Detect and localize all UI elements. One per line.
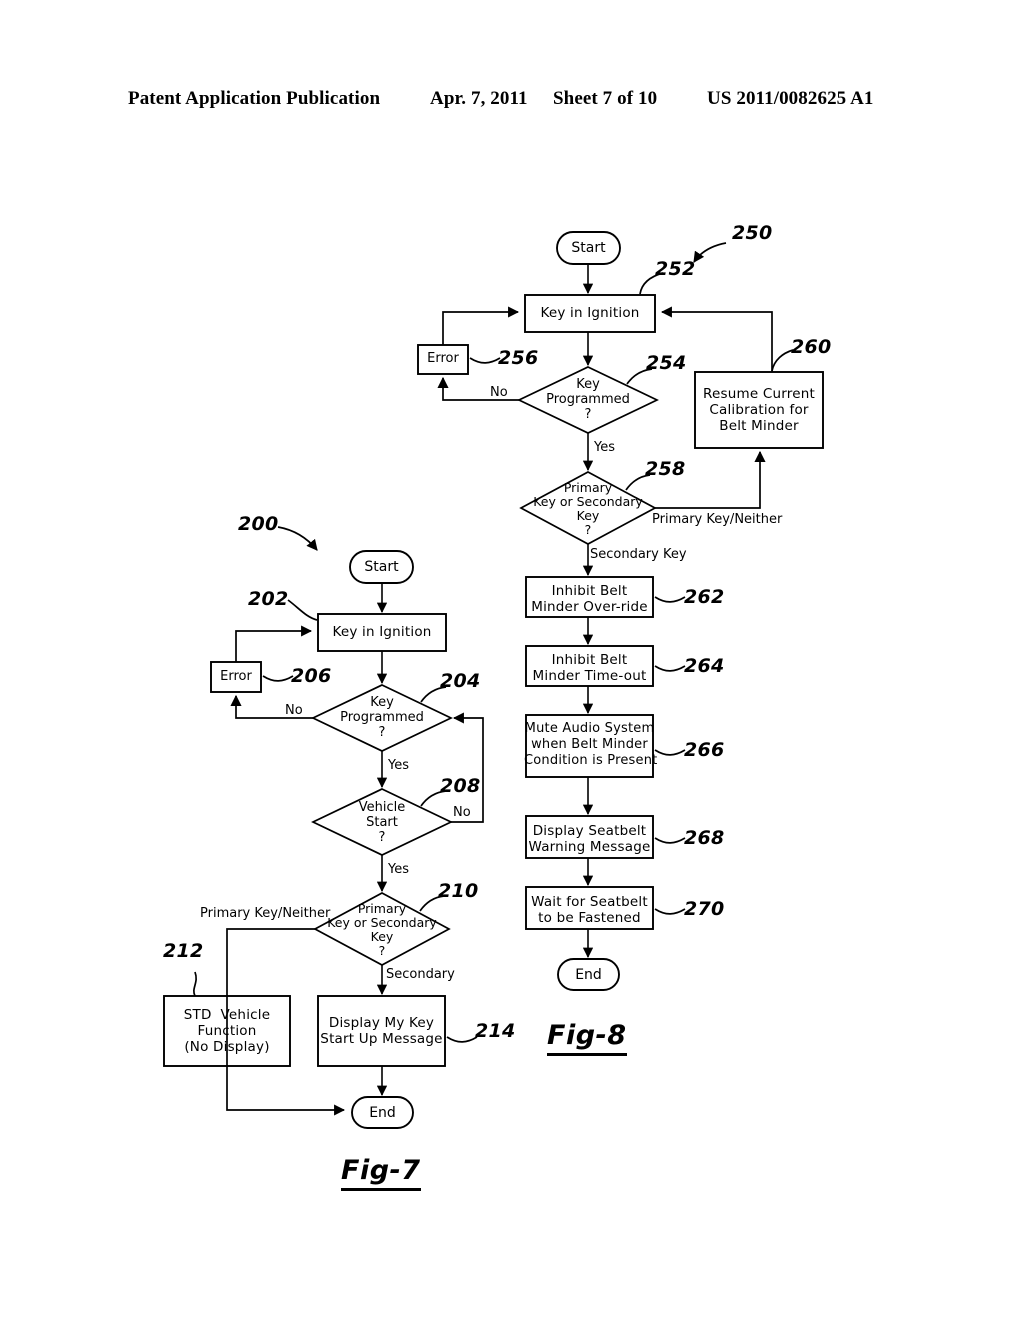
fig8-resume-calibration-label: Resume Current Calibration for Belt Mind… bbox=[703, 386, 815, 434]
patent-drawing-canvas bbox=[0, 0, 1024, 1320]
fig8-edge-label-primary-key-neither: Primary Key/Neither bbox=[652, 512, 783, 527]
fig8-ref-268: 268 bbox=[684, 827, 725, 849]
fig8-ref-270: 270 bbox=[684, 898, 725, 920]
fig8-key-programmed-label: Key Programmed ? bbox=[546, 377, 630, 422]
fig7-edge-label-no-vehicle-start: No bbox=[453, 805, 471, 820]
fig8-edge-label-yes: Yes bbox=[594, 440, 615, 455]
fig8-mute-audio-label: Mute Audio System when Belt Minder Condi… bbox=[524, 721, 658, 768]
fig8-key-in-ignition-label: Key in Ignition bbox=[540, 305, 640, 321]
fig8-ref-250: 250 bbox=[732, 222, 773, 244]
fig7-ref-200: 200 bbox=[238, 513, 279, 535]
fig8-edge-label-no: No bbox=[490, 385, 508, 400]
fig7-ref-206: 206 bbox=[291, 665, 332, 687]
fig8-ref-256: 256 bbox=[498, 347, 539, 369]
fig7-ref-212: 212 bbox=[163, 940, 204, 962]
fig7-edge-label-primary-key-neither: Primary Key/Neither bbox=[200, 906, 331, 921]
fig7-ref-202: 202 bbox=[248, 588, 289, 610]
fig8-primary-secondary-label: Primary Key or Secondary Key ? bbox=[533, 480, 643, 537]
fig7-vehicle-start-label: Vehicle Start ? bbox=[358, 800, 406, 845]
fig8-inhibit-timeout-label: Inhibit Belt Minder Time-out bbox=[532, 652, 647, 684]
fig8-ref-254: 254 bbox=[646, 352, 687, 374]
fig8-ref-264: 264 bbox=[684, 655, 725, 677]
fig7-edge-label-yes-key-programmed: Yes bbox=[388, 758, 409, 773]
fig7-ref-210: 210 bbox=[438, 880, 479, 902]
fig7-ref-208: 208 bbox=[440, 775, 481, 797]
fig8-ref-266: 266 bbox=[684, 739, 725, 761]
fig7-ref-204: 204 bbox=[440, 670, 481, 692]
fig8-wait-seatbelt-label: Wait for Seatbelt to be Fastened bbox=[531, 894, 648, 926]
fig7-edge-label-no-key-programmed: No bbox=[285, 703, 303, 718]
fig7-caption: Fig-7 bbox=[341, 1155, 421, 1191]
fig8-ref-262: 262 bbox=[684, 586, 725, 608]
fig8-display-warning-label: Display Seatbelt Warning Message bbox=[528, 823, 651, 855]
fig8-inhibit-override-label: Inhibit Belt Minder Over-ride bbox=[531, 583, 648, 615]
fig7-std-vehicle-function-label: STD Vehicle Function (No Display) bbox=[183, 1007, 271, 1055]
flowchart-vector-layer bbox=[163, 231, 824, 1129]
fig7-key-programmed-label: Key Programmed ? bbox=[340, 695, 424, 740]
fig7-edge-label-yes-vehicle-start: Yes bbox=[388, 862, 409, 877]
fig8-ref-260: 260 bbox=[791, 336, 832, 358]
fig7-error-label: Error bbox=[220, 669, 252, 684]
fig8-end-label: End bbox=[575, 967, 602, 983]
fig8-start-label: Start bbox=[571, 240, 606, 256]
fig8-ref-252: 252 bbox=[655, 258, 696, 280]
fig7-start-label: Start bbox=[364, 559, 399, 575]
fig8-ref-258: 258 bbox=[645, 458, 686, 480]
fig7-key-in-ignition-label: Key in Ignition bbox=[332, 624, 432, 640]
fig7-end-label: End bbox=[369, 1105, 396, 1121]
fig8-error-label: Error bbox=[427, 351, 459, 366]
fig7-edge-label-secondary: Secondary bbox=[386, 967, 455, 982]
fig7-display-my-key-label: Display My Key Start Up Message bbox=[320, 1015, 443, 1047]
fig8-edge-label-secondary-key: Secondary Key bbox=[590, 547, 687, 562]
fig8-caption: Fig-8 bbox=[547, 1020, 627, 1056]
fig7-ref-214: 214 bbox=[475, 1020, 516, 1042]
